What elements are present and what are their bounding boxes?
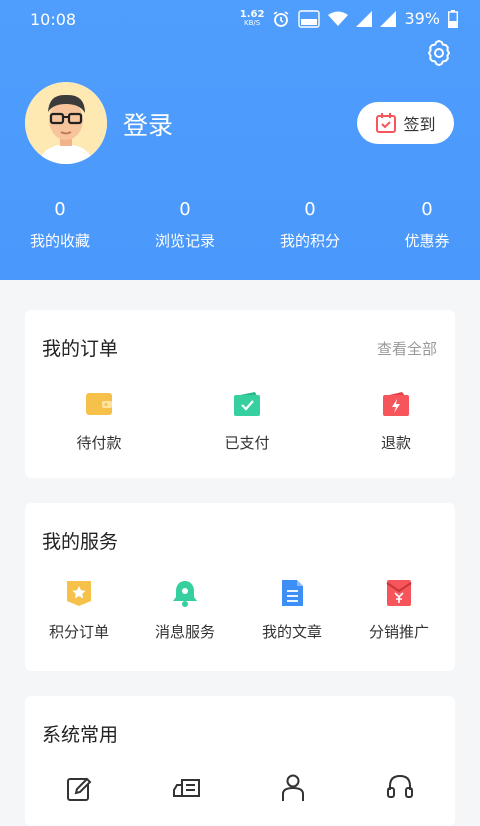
services-title: 我的服务	[42, 531, 119, 553]
stat-value: 0	[179, 199, 191, 220]
avatar[interactable]	[25, 82, 107, 164]
status-time: 10:08	[30, 10, 77, 29]
stat-value: 0	[421, 199, 433, 220]
distribution-icon	[386, 580, 412, 606]
battery-icon	[448, 9, 458, 28]
system-card: 系统常用	[25, 696, 455, 826]
order-pending-label: 待付款	[76, 434, 122, 452]
stat-label: 我的积分	[279, 232, 340, 250]
refund-icon	[383, 392, 409, 416]
signal-icon-2	[380, 10, 397, 27]
wifi-icon	[328, 11, 349, 26]
service-articles[interactable]: 我的文章	[256, 579, 328, 642]
service-points-label: 积分订单	[48, 623, 109, 641]
status-icons: 1.62 KB/S 39%	[240, 9, 458, 28]
service-articles-label: 我的文章	[261, 623, 322, 641]
stat-coupons[interactable]: 0 优惠券	[367, 198, 480, 251]
order-paid[interactable]: 已支付	[211, 390, 283, 453]
bell-icon	[173, 581, 197, 607]
service-distribution-label: 分销推广	[368, 623, 429, 641]
services-card: 我的服务 积分订单 消息服务 我的文章 分销推广	[25, 503, 455, 671]
service-distribution[interactable]: 分销推广	[363, 579, 435, 642]
service-points-orders[interactable]: 积分订单	[43, 579, 115, 642]
signin-label: 签到	[403, 115, 436, 134]
system-title: 系统常用	[42, 724, 119, 746]
order-paid-label: 已支付	[224, 434, 270, 452]
network-speed: 1.62 KB/S	[239, 8, 265, 27]
stat-points[interactable]: 0 我的积分	[250, 198, 370, 251]
order-refund[interactable]: 退款	[360, 390, 432, 453]
stat-value: 0	[304, 199, 316, 220]
service-messages[interactable]: 消息服务	[149, 579, 221, 642]
edit-icon[interactable]	[66, 776, 92, 802]
view-all-orders-link[interactable]: 查看全部	[377, 338, 437, 359]
order-refund-label: 退款	[380, 434, 411, 452]
calendar-check-icon	[376, 113, 397, 133]
stat-label: 我的收藏	[29, 232, 90, 250]
orders-title: 我的订单	[42, 338, 119, 360]
volte-icon	[298, 9, 321, 28]
signin-button[interactable]: 签到	[357, 102, 454, 144]
profile-header: 10:08 1.62 KB/S 39% 登录 签到 0 我的收藏 0 浏览记录 …	[0, 0, 480, 280]
person-icon[interactable]	[281, 774, 305, 802]
document-icon	[282, 580, 303, 606]
stat-label: 浏览记录	[154, 232, 215, 250]
stats-row: 0 我的收藏 0 浏览记录 0 我的积分 0 优惠券	[0, 198, 480, 258]
avatar-image	[25, 82, 107, 164]
login-link[interactable]: 登录	[123, 106, 173, 142]
paid-wallet-icon	[234, 392, 260, 416]
delivery-truck-icon[interactable]	[173, 776, 201, 802]
alarm-icon	[273, 10, 289, 27]
headset-icon[interactable]	[387, 774, 413, 802]
order-pending-payment[interactable]: 待付款	[63, 390, 135, 453]
orders-card: 我的订单 查看全部 待付款 已支付 退款	[25, 310, 455, 478]
signal-icon	[356, 10, 373, 27]
points-icon	[67, 581, 91, 606]
status-bar: 10:08 1.62 KB/S 39%	[0, 0, 480, 40]
service-messages-label: 消息服务	[154, 623, 215, 641]
settings-gear-icon[interactable]	[424, 38, 454, 68]
stat-favorites[interactable]: 0 我的收藏	[0, 198, 120, 251]
stat-value: 0	[54, 199, 66, 220]
stat-label: 优惠券	[404, 232, 450, 250]
wallet-icon	[86, 393, 112, 415]
battery-percent: 39%	[404, 9, 440, 28]
stat-history[interactable]: 0 浏览记录	[125, 198, 245, 251]
